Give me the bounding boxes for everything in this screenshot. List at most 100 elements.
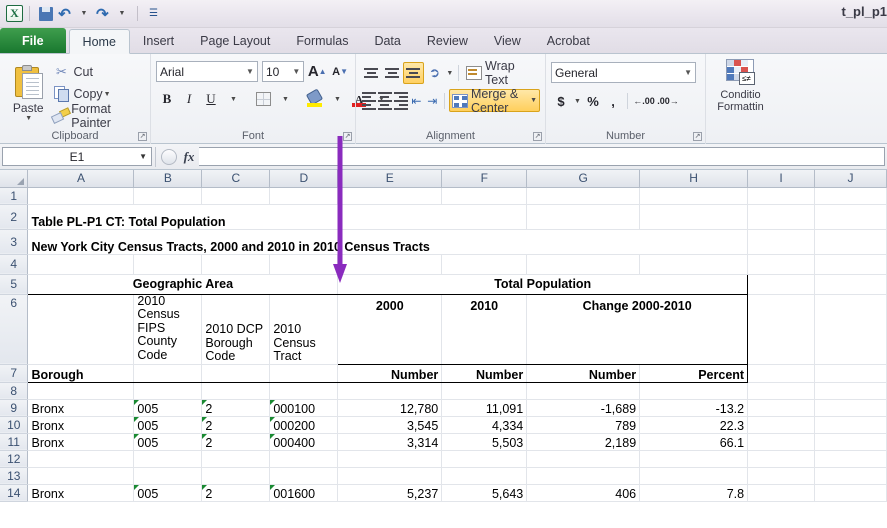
cell-change-percent[interactable]: 22.3 bbox=[639, 416, 749, 434]
font-name-input[interactable]: Arial ▼ bbox=[156, 61, 258, 82]
currency-dropdown-icon[interactable]: ▼ bbox=[571, 90, 583, 112]
tab-view[interactable]: View bbox=[481, 29, 534, 53]
column-header-f[interactable]: F bbox=[441, 170, 528, 188]
tab-formulas[interactable]: Formulas bbox=[283, 29, 361, 53]
cell-f8[interactable] bbox=[441, 382, 528, 400]
cell-fips-code[interactable]: 005 bbox=[133, 484, 203, 502]
cell-change-number[interactable]: 2,189 bbox=[526, 433, 641, 451]
grow-font-button[interactable]: A ▲ bbox=[307, 61, 327, 82]
cell-i1[interactable] bbox=[747, 187, 815, 205]
name-box[interactable]: E1 ▼ bbox=[2, 147, 152, 166]
row-header-12[interactable]: 12 bbox=[0, 450, 29, 468]
cell-fips-code[interactable]: 005 bbox=[133, 433, 203, 451]
underline-button[interactable]: U bbox=[200, 88, 222, 110]
cell-i14[interactable] bbox=[747, 484, 815, 502]
insert-function-icon[interactable]: fx bbox=[179, 147, 199, 166]
orientation-button[interactable]: ➲ bbox=[424, 62, 445, 84]
cell-h8[interactable] bbox=[639, 382, 749, 400]
header-change-2000-2010[interactable]: Change 2000-2010 bbox=[526, 294, 749, 365]
cell-i7[interactable] bbox=[747, 364, 815, 383]
cell-borough[interactable]: Bronx bbox=[27, 399, 135, 417]
header-year-2000[interactable]: 2000 bbox=[337, 294, 443, 365]
cell-i6[interactable] bbox=[747, 294, 815, 365]
column-header-d[interactable]: D bbox=[269, 170, 339, 188]
decrease-decimal-button[interactable]: .00→ bbox=[656, 90, 680, 112]
fill-color-button[interactable] bbox=[304, 88, 326, 110]
redo-dropdown-icon[interactable]: ▼ bbox=[112, 4, 131, 23]
align-center-button[interactable] bbox=[377, 90, 393, 112]
chevron-down-icon[interactable]: ▼ bbox=[289, 67, 300, 76]
cell-j11[interactable] bbox=[814, 433, 887, 451]
cell-census-tract[interactable]: 001600 bbox=[269, 484, 339, 502]
cell-b1[interactable] bbox=[133, 187, 203, 205]
font-dialog-launcher-icon[interactable]: ↗ bbox=[343, 132, 352, 141]
redo-icon[interactable]: ↶ bbox=[93, 4, 112, 23]
row-header-2[interactable]: 2 bbox=[0, 204, 29, 230]
header-number-2010[interactable]: Number bbox=[441, 364, 528, 383]
header-census-tract[interactable]: 2010 Census Tract bbox=[269, 294, 339, 365]
cell-j4[interactable] bbox=[814, 254, 887, 275]
cell-f13[interactable] bbox=[441, 467, 528, 485]
cell-d13[interactable] bbox=[269, 467, 339, 485]
chevron-down-icon[interactable]: ▼ bbox=[243, 67, 254, 76]
cancel-entry-icon[interactable] bbox=[159, 147, 179, 166]
paste-button[interactable]: Paste ▼ bbox=[5, 63, 51, 122]
cell-a3-table-subtitle[interactable]: New York City Census Tracts, 2000 and 20… bbox=[27, 229, 749, 255]
cell-j3[interactable] bbox=[814, 229, 887, 255]
cut-button[interactable]: ✂ Cut bbox=[51, 61, 145, 83]
cell-i12[interactable] bbox=[747, 450, 815, 468]
undo-dropdown-icon[interactable]: ▼ bbox=[74, 4, 93, 23]
cell-j6[interactable] bbox=[814, 294, 887, 365]
row-header-5[interactable]: 5 bbox=[0, 274, 29, 295]
align-right-button[interactable] bbox=[393, 90, 409, 112]
cell-change-number[interactable]: 789 bbox=[526, 416, 641, 434]
column-header-g[interactable]: G bbox=[526, 170, 641, 188]
cell-borough[interactable]: Bronx bbox=[27, 416, 135, 434]
decrease-indent-button[interactable]: ⇤ bbox=[409, 90, 425, 112]
italic-button[interactable]: I bbox=[178, 88, 200, 110]
cell-j13[interactable] bbox=[814, 467, 887, 485]
select-all-corner[interactable] bbox=[0, 170, 29, 188]
cell-j12[interactable] bbox=[814, 450, 887, 468]
cell-dcp-code[interactable]: 2 bbox=[201, 399, 271, 417]
borders-button[interactable] bbox=[252, 88, 274, 110]
cell-c12[interactable] bbox=[201, 450, 271, 468]
cell-e8[interactable] bbox=[337, 382, 443, 400]
cell-pop-2010[interactable]: 5,643 bbox=[441, 484, 528, 502]
row-header-1[interactable]: 1 bbox=[0, 187, 29, 205]
cell-i5[interactable] bbox=[747, 274, 815, 295]
row-header-9[interactable]: 9 bbox=[0, 399, 29, 417]
row-header-13[interactable]: 13 bbox=[0, 467, 29, 485]
cell-pop-2010[interactable]: 4,334 bbox=[441, 416, 528, 434]
column-header-h[interactable]: H bbox=[639, 170, 749, 188]
cell-g8[interactable] bbox=[526, 382, 641, 400]
cell-a6[interactable] bbox=[27, 294, 135, 365]
cell-i4[interactable] bbox=[747, 254, 815, 275]
shrink-font-button[interactable]: A ▼ bbox=[330, 61, 350, 82]
number-format-select[interactable]: General ▼ bbox=[551, 62, 696, 83]
cell-change-percent[interactable]: -13.2 bbox=[639, 399, 749, 417]
cell-h13[interactable] bbox=[639, 467, 749, 485]
cell-h1[interactable] bbox=[639, 187, 749, 205]
tab-acrobat[interactable]: Acrobat bbox=[534, 29, 603, 53]
format-painter-button[interactable]: Format Painter bbox=[51, 102, 145, 130]
align-middle-button[interactable] bbox=[382, 62, 403, 84]
tab-home[interactable]: Home bbox=[68, 29, 130, 54]
header-fips-county-code[interactable]: 2010 Census FIPS County Code bbox=[133, 294, 203, 365]
fill-color-dropdown-icon[interactable]: ▼ bbox=[326, 88, 348, 110]
cell-i9[interactable] bbox=[747, 399, 815, 417]
borders-dropdown-icon[interactable]: ▼ bbox=[274, 88, 296, 110]
row-header-14[interactable]: 14 bbox=[0, 484, 29, 502]
header-change-percent[interactable]: Percent bbox=[639, 364, 749, 383]
cell-j14[interactable] bbox=[814, 484, 887, 502]
tab-insert[interactable]: Insert bbox=[130, 29, 187, 53]
header-dcp-code-label[interactable] bbox=[201, 364, 271, 383]
column-header-c[interactable]: C bbox=[201, 170, 271, 188]
cell-b8[interactable] bbox=[133, 382, 203, 400]
cell-j1[interactable] bbox=[814, 187, 887, 205]
tab-review[interactable]: Review bbox=[414, 29, 481, 53]
header-geographic-area[interactable]: Geographic Area bbox=[27, 273, 339, 295]
wrap-text-button[interactable]: Wrap Text bbox=[463, 59, 540, 87]
cell-h4[interactable] bbox=[639, 254, 749, 275]
header-change-number[interactable]: Number bbox=[526, 364, 641, 383]
